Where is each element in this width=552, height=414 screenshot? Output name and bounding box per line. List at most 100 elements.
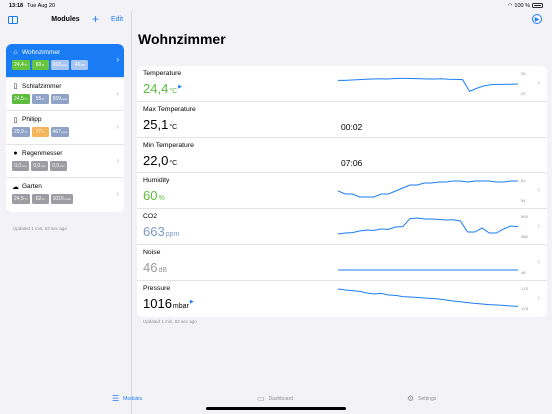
home-indicator <box>206 407 346 410</box>
chevron-right-icon: › <box>537 256 540 266</box>
measurement-value: 60% <box>143 188 165 203</box>
badge-unit: ppm <box>61 63 68 67</box>
badge-unit: ppm <box>61 96 68 101</box>
status-bar: 13:18 Tue Aug 20 ◠ 100 % <box>0 0 552 11</box>
value-unit: °C <box>169 123 178 131</box>
badge-unit: °C <box>24 96 28 101</box>
value-number: 25,1 <box>143 116 169 132</box>
value-badge: 467 ppm <box>50 127 70 137</box>
chevron-right-icon: › <box>116 155 119 165</box>
module-name-row: ● Regenmesser <box>12 149 124 158</box>
sparkline-max: 1,031 <box>521 286 528 291</box>
gear-icon: ⚙ <box>407 394 415 403</box>
measurement-value: 25,1°C <box>143 117 177 132</box>
badge-unit: % <box>41 130 45 134</box>
tab-settings[interactable]: ⚙ Settings <box>407 394 436 403</box>
badge-unit: °C <box>24 63 28 67</box>
badge-unit: mm <box>59 163 65 168</box>
measurement-row[interactable]: Noise 46dB 46 › <box>137 245 547 281</box>
module-item[interactable]: ☁ Garten 24,5 °C 62% 1016 mbar › <box>6 178 124 212</box>
sparkline-min: 366 <box>521 234 528 239</box>
module-item[interactable]: ▯ Philipp 20,9 °C 77% 467 ppm › <box>6 111 124 145</box>
sparkline-min: 46 <box>521 270 526 275</box>
measurement-row: Min Temperature 22,0°C 07:06 <box>137 138 547 174</box>
sparkline-min: 22 <box>521 91 526 96</box>
measurement-value: 1016mbar▶ <box>143 296 194 311</box>
measurement-value: 24,4°C▶ <box>143 81 182 96</box>
value-badge: 77% <box>31 127 49 137</box>
measurement-value: 46dB <box>143 260 167 275</box>
value-badge: 663 ppm <box>50 60 70 70</box>
badge-unit: ppm <box>61 130 68 134</box>
measurement-row[interactable]: Humidity 60% 61 54 › <box>137 173 547 210</box>
tab-bar: ☰ Modules ▭ Dashboard ⚙ Settings <box>0 388 552 414</box>
measurement-label: CO2 <box>143 213 157 221</box>
value-badge: 0,0 mm <box>50 160 67 171</box>
wifi-icon: ◠ <box>507 2 513 9</box>
main-panel: ▶ Wohnzimmer Temperature 24,4°C▶ 25 22 › Max … <box>132 11 552 414</box>
value-badge: 46 dB <box>71 60 89 70</box>
status-time: 13:18 <box>9 2 24 9</box>
badge-unit: °C <box>24 197 28 201</box>
value-unit: % <box>158 195 165 203</box>
chevron-right-icon: › <box>537 185 540 195</box>
module-item[interactable]: ▯ Schlafzimmer 24,5 °C 55% 559 ppm › <box>6 78 124 111</box>
badge-value: 20,9 <box>14 129 24 135</box>
add-module-button[interactable]: + <box>92 12 99 26</box>
measurement-row: Max Temperature 25,1°C 00:02 <box>137 102 547 138</box>
module-item[interactable]: ⌂ Wohnzimmer 24,4 °C 60% 663 ppm 46 dB › <box>6 44 124 78</box>
module-name-row: ⌂ Wohnzimmer <box>12 48 124 57</box>
measurement-label: Min Temperature <box>143 141 194 149</box>
badge-value: 0,0 <box>33 162 41 169</box>
measurement-label: Pressure <box>143 284 171 292</box>
sparkline-chart: 993 366 <box>338 214 528 239</box>
battery-label: 100 % <box>514 2 530 9</box>
measurement-row[interactable]: Pressure 1016mbar▶ 1,031 1,016 › <box>137 281 547 317</box>
value-badge: 24,5 °C <box>12 194 30 204</box>
play-icon[interactable]: ▶ <box>532 14 542 24</box>
measurement-label: Max Temperature <box>143 105 196 113</box>
module-badges: 0,0 mm 0,0 mm 0,0 mm <box>12 160 124 171</box>
badge-value: 24,5 <box>14 196 24 202</box>
measurement-value: 22,0°C <box>143 153 177 168</box>
measurement-row[interactable]: CO2 663ppm 993 366 › <box>137 209 547 245</box>
chevron-right-icon: › <box>116 88 119 98</box>
value-badge: 62% <box>31 194 49 204</box>
badge-unit: °C <box>24 130 28 134</box>
edit-button[interactable]: Edit <box>111 16 123 23</box>
sidebar: Modules + Edit ⌂ Wohnzimmer 24,4 °C 60% 663 pp… <box>0 11 131 414</box>
module-name: Garten <box>22 183 42 190</box>
module-name: Philipp <box>22 116 42 123</box>
sidebar-updated: Updated 1 min, 53 sec ago <box>13 226 67 231</box>
value-badge: 24,5 °C <box>12 93 30 104</box>
chevron-right-icon: › <box>537 78 540 87</box>
tab-dashboard[interactable]: ▭ Dashboard <box>257 394 293 403</box>
value-unit: °C <box>169 88 178 95</box>
badge-value: 559 <box>52 95 61 102</box>
module-item[interactable]: ● Regenmesser 0,0 mm 0,0 mm 0,0 mm › <box>6 145 124 178</box>
module-list: ⌂ Wohnzimmer 24,4 °C 60% 663 ppm 46 dB › ▯ Schlafzi… <box>6 44 124 212</box>
badge-value: 663 <box>52 62 61 68</box>
badge-unit: dB <box>80 63 85 67</box>
badge-value: 0,0 <box>14 162 22 169</box>
badge-value: 77 <box>35 129 42 135</box>
module-name-row: ☁ Garten <box>12 182 124 191</box>
badge-value: 46 <box>74 62 81 68</box>
value-badge: 55% <box>31 93 49 104</box>
sparkline-min: 54 <box>521 198 526 203</box>
sparkline-line <box>338 180 518 198</box>
badge-unit: mm <box>40 163 46 168</box>
module-badges: 20,9 °C 77% 467 ppm <box>12 127 124 137</box>
tab-modules[interactable]: ☰ Modules <box>112 394 142 403</box>
measurement-row[interactable]: Temperature 24,4°C▶ 25 22 › <box>137 66 547 102</box>
badge-unit: % <box>41 96 45 101</box>
measurement-time: 07:06 <box>341 157 363 168</box>
value-badge: 559 ppm <box>50 93 70 104</box>
badge-value: 24,4 <box>14 62 24 68</box>
sparkline-chart: 1,031 1,016 <box>338 286 528 311</box>
measurement-value: 663ppm <box>143 224 179 239</box>
sparkline-chart: 61 54 <box>338 178 526 203</box>
sidebar-header: Modules + Edit <box>0 11 131 29</box>
tab-label: Settings <box>418 395 437 402</box>
badge-unit: mbar <box>64 197 72 201</box>
